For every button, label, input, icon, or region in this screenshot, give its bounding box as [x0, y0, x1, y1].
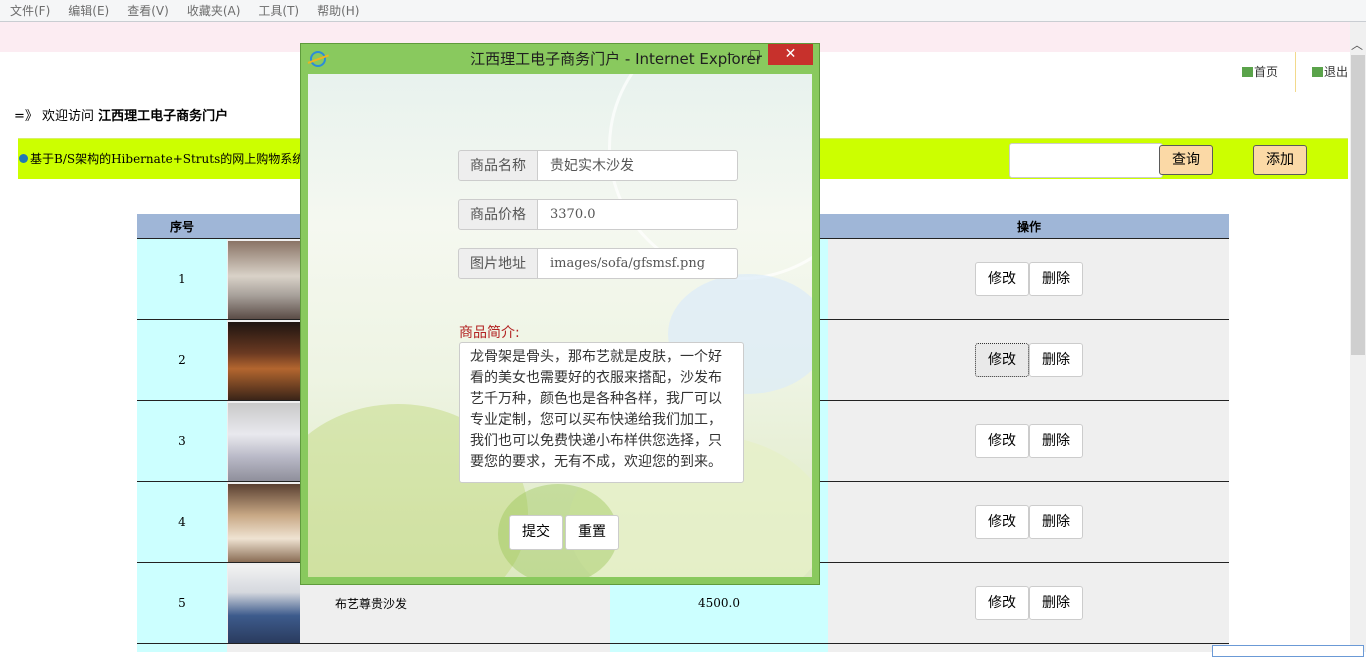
welcome-text: =》 欢迎访问 江西理工电子商务门户 [14, 105, 228, 124]
product-image [228, 403, 300, 481]
logout-link-label: 退出 [1324, 65, 1349, 79]
row-partial [227, 644, 610, 652]
edit-button[interactable]: 修改 [975, 424, 1029, 458]
product-image [228, 565, 300, 643]
row-partial [610, 644, 828, 652]
product-name: 布艺尊贵沙发 [335, 597, 408, 611]
header-action: 操作 [1017, 220, 1042, 234]
welcome-site-name: 江西理工电子商务门户 [98, 109, 229, 124]
price-field[interactable]: 3370.0 [538, 199, 738, 230]
submit-button[interactable]: 提交 [509, 515, 563, 550]
edit-button[interactable]: 修改 [975, 505, 1029, 539]
reset-button[interactable]: 重置 [565, 515, 619, 550]
close-button[interactable]: ✕ [768, 44, 813, 65]
product-image [228, 322, 300, 400]
description-label: 商品简介: [459, 325, 520, 341]
delete-button[interactable]: 删除 [1029, 586, 1083, 620]
delete-button[interactable]: 删除 [1029, 424, 1083, 458]
image-url-label: 图片地址 [458, 248, 538, 279]
minimize-button[interactable]: ‒ [721, 44, 741, 65]
row-number: 2 [137, 320, 227, 400]
delete-button[interactable]: 删除 [1029, 343, 1083, 377]
logout-icon [1312, 66, 1323, 77]
edit-button[interactable]: 修改 [975, 343, 1029, 377]
search-input[interactable] [1009, 143, 1163, 178]
home-link[interactable]: 首页 [1242, 63, 1278, 80]
welcome-prefix: =》 欢迎访问 [14, 109, 99, 124]
menu-edit[interactable]: 编辑(E) [58, 2, 117, 19]
status-popup-edge [1212, 645, 1364, 657]
price-label: 商品价格 [458, 199, 538, 230]
toplink-divider [1295, 52, 1296, 92]
menu-tools[interactable]: 工具(T) [248, 2, 307, 19]
menu-help[interactable]: 帮助(H) [307, 2, 367, 19]
logout-link[interactable]: 退出 [1312, 63, 1348, 80]
ie-popup-window: 江西理工电子商务门户 - Internet Explorer ‒ □ ✕ 商品名… [300, 43, 820, 585]
name-label: 商品名称 [458, 150, 538, 181]
popup-title: 江西理工电子商务门户 - Internet Explorer [470, 50, 762, 68]
row-number: 1 [137, 239, 227, 319]
popup-content: 商品名称 贵妃实木沙发 商品价格 3370.0 图片地址 images/sofa… [308, 74, 812, 577]
description-textarea[interactable]: 龙骨架是骨头，那布艺就是皮肤，一个好看的美女也需要好的衣服来搭配，沙发布艺千万种… [459, 342, 744, 483]
product-image [228, 241, 300, 319]
row-partial [828, 644, 1229, 652]
delete-button[interactable]: 删除 [1029, 262, 1083, 296]
maximize-button[interactable]: □ [745, 44, 765, 65]
row-number: 4 [137, 482, 227, 562]
edit-button[interactable]: 修改 [975, 262, 1029, 296]
row-number: 5 [137, 563, 227, 643]
home-icon [1242, 66, 1253, 77]
name-field[interactable]: 贵妃实木沙发 [538, 150, 738, 181]
home-link-label: 首页 [1254, 65, 1279, 79]
edit-button[interactable]: 修改 [975, 586, 1029, 620]
row-number: 3 [137, 401, 227, 481]
header-no: 序号 [170, 220, 195, 234]
scrollbar-thumb[interactable] [1351, 55, 1365, 355]
delete-button[interactable]: 删除 [1029, 505, 1083, 539]
query-button[interactable]: 查询 [1159, 145, 1213, 175]
banner-title: 基于B/S架构的Hibernate+Struts的网上购物系统的设 [30, 152, 329, 166]
row-partial [137, 644, 227, 652]
add-button[interactable]: 添加 [1253, 145, 1307, 175]
bullet-icon [19, 154, 28, 163]
menu-view[interactable]: 查看(V) [117, 2, 177, 19]
menu-bar: 文件(F) 编辑(E) 查看(V) 收藏夹(A) 工具(T) 帮助(H) [0, 0, 1366, 22]
scroll-up-icon[interactable]: ︿ [1351, 36, 1363, 53]
menu-file[interactable]: 文件(F) [0, 2, 58, 19]
product-image [228, 484, 300, 562]
menu-favorites[interactable]: 收藏夹(A) [177, 2, 249, 19]
image-url-field[interactable]: images/sofa/gfsmsf.png [538, 248, 738, 279]
